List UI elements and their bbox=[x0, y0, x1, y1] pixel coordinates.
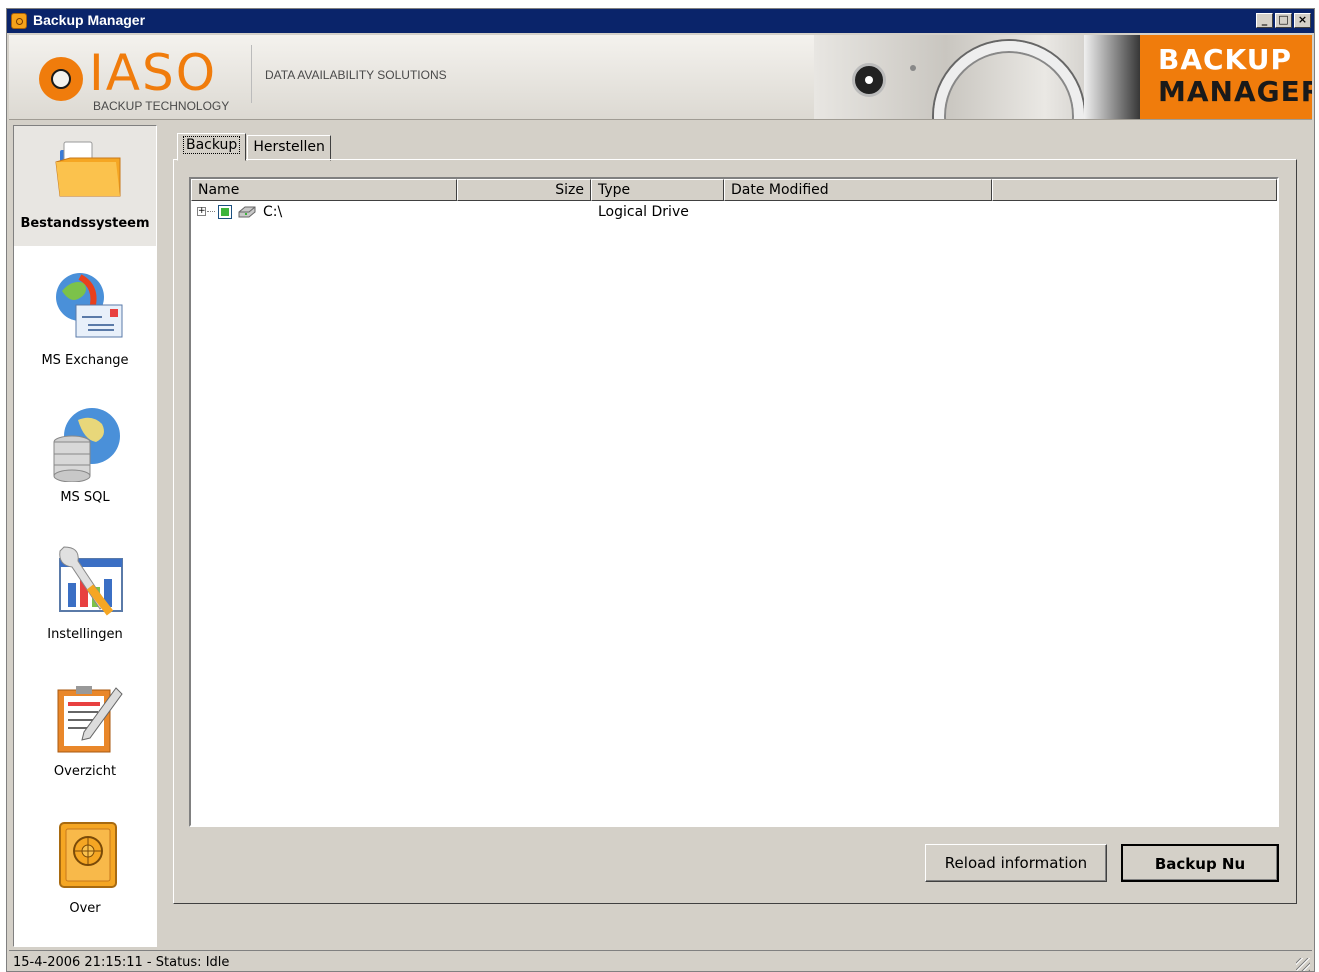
tab-herstellen[interactable]: Herstellen bbox=[247, 135, 331, 161]
logo-subtitle: BACKUP TECHNOLOGY bbox=[93, 99, 230, 113]
status-bar: 15-4-2006 21:15:11 - Status: Idle bbox=[9, 950, 1312, 971]
app-window: Backup Manager _ □ × IASO BACKUP TECHNOL… bbox=[6, 8, 1315, 972]
sidebar-item-label: Over bbox=[69, 901, 101, 916]
row-checkbox[interactable] bbox=[218, 205, 232, 219]
logo-wordmark: IASO bbox=[89, 44, 218, 102]
backup-tab-panel: Name Size Type Date Modified + C:\ Logic… bbox=[173, 159, 1297, 904]
column-name[interactable]: Name bbox=[191, 179, 457, 201]
exchange-mail-icon bbox=[56, 273, 123, 338]
tab-label: Herstellen bbox=[253, 139, 325, 155]
sidebar-item-instellingen[interactable]: Instellingen bbox=[14, 537, 156, 667]
report-clipboard-icon bbox=[57, 686, 123, 753]
vault-dot bbox=[910, 65, 916, 71]
title-bar[interactable]: Backup Manager _ □ × bbox=[7, 9, 1314, 33]
column-type[interactable]: Type bbox=[591, 179, 724, 201]
sidebar-item-label: Bestandssysteem bbox=[20, 216, 150, 231]
sidebar-item-overzicht[interactable]: Overzicht bbox=[14, 674, 156, 804]
list-header: Name Size Type Date Modified bbox=[191, 179, 1277, 201]
hard-drive-icon bbox=[238, 206, 256, 218]
status-text: 15-4-2006 21:15:11 - Status: Idle bbox=[13, 955, 230, 970]
tab-backup[interactable]: Backup bbox=[177, 133, 247, 161]
tab-strip: Backup Herstellen bbox=[177, 133, 332, 161]
column-size[interactable]: Size bbox=[457, 179, 591, 201]
close-button[interactable]: × bbox=[1294, 13, 1311, 28]
maximize-button[interactable]: □ bbox=[1275, 13, 1292, 28]
column-filler bbox=[992, 179, 1277, 201]
safe-icon bbox=[59, 822, 117, 888]
vault-hand-image bbox=[1084, 35, 1144, 119]
vault-door-image bbox=[814, 35, 1144, 119]
expand-icon[interactable]: + bbox=[197, 207, 206, 216]
window-controls: _ □ × bbox=[1256, 13, 1311, 28]
product-line1: BACKUP bbox=[1158, 43, 1293, 76]
logo-mark-icon bbox=[39, 57, 83, 101]
cell-name: C:\ bbox=[263, 204, 283, 220]
reload-information-button[interactable]: Reload information bbox=[925, 844, 1107, 882]
sidebar: Bestandssysteem MS Exchange MS SQL Inste… bbox=[13, 125, 157, 947]
iaso-logo: IASO BACKUP TECHNOLOGY bbox=[31, 44, 241, 113]
resize-grip-icon[interactable] bbox=[1296, 958, 1310, 971]
banner-divider bbox=[251, 45, 252, 103]
minimize-button[interactable]: _ bbox=[1256, 13, 1273, 28]
sidebar-item-label: MS Exchange bbox=[41, 353, 129, 368]
tree-line bbox=[207, 211, 215, 212]
tab-label: Backup bbox=[183, 136, 241, 154]
database-globe-icon bbox=[53, 408, 120, 482]
backup-manager-logo: BACKUP MANAGER bbox=[1140, 35, 1312, 119]
product-line2: MANAGER bbox=[1158, 75, 1312, 108]
app-icon bbox=[11, 13, 27, 29]
window-title: Backup Manager bbox=[33, 12, 146, 28]
tagline: DATA AVAILABILITY SOLUTIONS bbox=[265, 68, 447, 82]
vault-wheel-icon bbox=[934, 41, 1084, 119]
sidebar-item-ms-sql[interactable]: MS SQL bbox=[14, 400, 156, 530]
table-row[interactable]: + C:\ Logical Drive bbox=[191, 201, 1277, 223]
header-banner: IASO BACKUP TECHNOLOGY DATA AVAILABILITY… bbox=[9, 35, 1312, 120]
sidebar-item-label: Overzicht bbox=[53, 764, 117, 779]
column-date-modified[interactable]: Date Modified bbox=[724, 179, 992, 201]
sidebar-item-label: MS SQL bbox=[60, 490, 110, 505]
sidebar-item-bestandssysteem[interactable]: Bestandssysteem bbox=[14, 126, 156, 246]
cell-type: Logical Drive bbox=[598, 204, 689, 220]
vault-lens-icon bbox=[852, 63, 886, 97]
sidebar-item-over[interactable]: Over bbox=[14, 811, 156, 941]
backup-now-button[interactable]: Backup Nu bbox=[1121, 844, 1279, 882]
file-list[interactable]: Name Size Type Date Modified + C:\ Logic… bbox=[189, 177, 1279, 827]
sidebar-item-label: Instellingen bbox=[47, 627, 123, 642]
sidebar-item-ms-exchange[interactable]: MS Exchange bbox=[14, 263, 156, 393]
folder-icon bbox=[55, 141, 121, 197]
tab-control: Backup Herstellen Name Size Type Date Mo… bbox=[173, 133, 1297, 907]
settings-tools-icon bbox=[59, 546, 123, 616]
